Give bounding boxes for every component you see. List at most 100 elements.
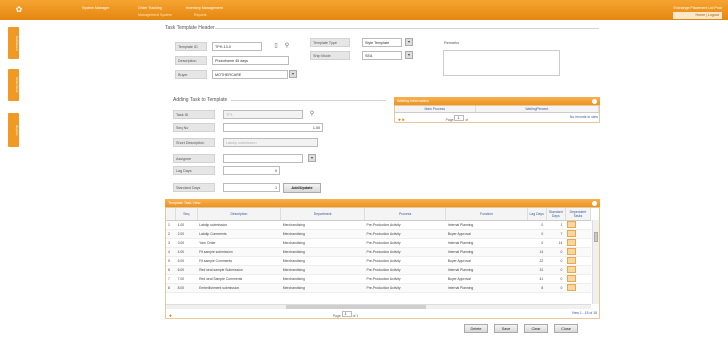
scrollbar-thumb[interactable] xyxy=(286,305,426,309)
column-header-dependent-tasks[interactable]: Dependent Tasks xyxy=(565,208,592,221)
lag-days-input[interactable]: 0 xyxy=(223,166,280,175)
table-row[interactable]: 5 5.00 Fit sample Comments Merchandising Pre… xyxy=(166,256,591,266)
chevron-down-icon[interactable]: ▾ xyxy=(308,154,316,162)
user-line: Exchange Placement Ltd Prod xyxy=(673,6,722,10)
sidebar-tab-dashboard[interactable]: Dashboard xyxy=(8,27,19,59)
column-header-process[interactable]: Process xyxy=(364,208,447,221)
cell-dependent-tasks[interactable] xyxy=(565,256,591,266)
search-icon[interactable]: ⚲ xyxy=(283,42,291,50)
table-row[interactable]: 2 2.00 Labdip Comments Merchandising Pre-Pro… xyxy=(166,229,591,239)
nav-system-manager[interactable]: System Manager xyxy=(82,6,109,10)
chevron-down-icon[interactable]: ▾ xyxy=(405,38,413,46)
dependent-tasks-button[interactable] xyxy=(567,221,577,228)
divider xyxy=(215,28,599,29)
seq-no-input[interactable]: 1.00 xyxy=(223,123,323,132)
cell-rownum: 2 xyxy=(166,229,176,239)
table-row[interactable]: 4 4.00 Fit sample submission Merchandising P… xyxy=(166,247,591,257)
dependent-tasks-button[interactable] xyxy=(567,284,577,291)
waiting-info-body: Main Process WaitingPercent ✚ ✖ Page 1 o… xyxy=(394,105,600,123)
cell-process: Pre-Production Activity xyxy=(364,265,446,275)
adding-section-title: Adding Task to Template xyxy=(173,97,228,103)
remarks-textarea[interactable] xyxy=(443,50,560,76)
cell-department: Merchandising xyxy=(280,256,365,266)
cell-dependent-tasks[interactable] xyxy=(565,238,591,248)
nav-reports[interactable]: Reports xyxy=(194,13,207,17)
cell-description: Red seal sample Submission xyxy=(197,265,281,275)
ship-mode-select[interactable]: SEA xyxy=(362,51,402,60)
nav-order-tracking[interactable]: Order Tracking xyxy=(138,6,162,10)
chevron-down-icon[interactable]: ▾ xyxy=(405,51,413,59)
page-number-input[interactable]: 1 xyxy=(454,115,465,121)
add-update-button[interactable]: Add/Update xyxy=(283,183,321,193)
cell-rownum: 7 xyxy=(166,274,176,284)
add-icon[interactable]: ✚ xyxy=(169,314,172,318)
ship-mode-label: Ship Mode xyxy=(310,51,350,60)
dependent-tasks-button[interactable] xyxy=(567,257,577,264)
collapse-icon[interactable] xyxy=(592,200,597,206)
cell-lag-days: 0 xyxy=(527,238,547,248)
dependent-tasks-button[interactable] xyxy=(567,248,577,255)
document-icon[interactable]: ▯ xyxy=(272,42,280,50)
cell-dependent-tasks[interactable] xyxy=(565,247,591,257)
task-id-input[interactable]: TP1 xyxy=(223,110,303,119)
pager-page-label: Page xyxy=(445,118,454,122)
table-row[interactable]: 7 7.00 Red seal Sample Comments Merchandisi… xyxy=(166,274,591,284)
column-header-waiting-percent[interactable]: WaitingPercent xyxy=(475,106,599,113)
save-button[interactable]: Save xyxy=(494,324,518,333)
sidebar-tab-order-book[interactable]: Order Book xyxy=(8,69,19,101)
clear-button[interactable]: Clear xyxy=(524,324,548,333)
cell-process: Pre-Production Activity xyxy=(364,229,446,239)
cell-department: Merchandising xyxy=(280,274,365,284)
short-description-input[interactable]: Labdip submission xyxy=(223,138,318,147)
cell-function: Internal Planning xyxy=(445,238,528,248)
cell-dependent-tasks[interactable] xyxy=(565,220,591,230)
cell-function: Internal Planning xyxy=(445,283,528,293)
cell-description: Embellishment submission xyxy=(197,283,281,293)
search-icon[interactable]: ⚲ xyxy=(308,110,316,118)
collapse-icon[interactable] xyxy=(592,98,597,104)
dependent-tasks-button[interactable] xyxy=(567,275,577,282)
description-label: Description xyxy=(175,56,207,65)
column-header-description[interactable]: Description xyxy=(197,208,282,221)
buyer-select[interactable]: MOTHERCARE xyxy=(212,70,288,79)
assignee-select[interactable] xyxy=(223,154,303,163)
cell-rownum: 5 xyxy=(166,256,176,266)
dependent-tasks-button[interactable] xyxy=(567,230,577,237)
template-id-input[interactable]: TPH-13-0 xyxy=(212,42,262,51)
sidebar-tab-reports[interactable]: Reports xyxy=(8,113,19,147)
home-logout-links[interactable]: Home | Logout xyxy=(673,12,722,19)
column-header-department[interactable]: Department xyxy=(280,208,365,221)
close-button[interactable]: Close xyxy=(554,324,578,333)
delete-button[interactable]: Delete xyxy=(464,324,488,333)
column-header-standard-days[interactable]: Standard Days xyxy=(546,208,566,221)
dependent-tasks-button[interactable] xyxy=(567,239,577,246)
nav-management-system[interactable]: Management System xyxy=(138,13,172,17)
page-number-input[interactable]: 1 xyxy=(341,311,352,317)
column-header-main-process[interactable]: Main Process xyxy=(395,106,476,113)
company-logo-icon: ✿ xyxy=(15,5,23,14)
table-row[interactable]: 8 8.00 Embellishment submission Merchandisi… xyxy=(166,283,591,293)
dependent-tasks-button[interactable] xyxy=(567,266,577,273)
nav-inventory-management[interactable]: Inventory Management xyxy=(186,6,223,10)
template-type-select[interactable]: Style Template xyxy=(362,38,402,47)
cell-process: Pre-Production Activity xyxy=(364,283,446,293)
column-header-function[interactable]: Function xyxy=(445,208,528,221)
cell-seq: 8.00 xyxy=(175,283,198,293)
column-header-lag-days[interactable]: Lag Days xyxy=(527,208,547,221)
column-header-seq[interactable]: Seq xyxy=(175,208,198,221)
cell-standard-days: 7 xyxy=(546,229,566,239)
standard-days-input[interactable]: 1 xyxy=(223,183,280,192)
cell-dependent-tasks[interactable] xyxy=(565,283,591,293)
cell-dependent-tasks[interactable] xyxy=(565,274,591,284)
table-row[interactable]: 6 6.00 Red seal sample Submission Merchandi… xyxy=(166,265,591,275)
cell-dependent-tasks[interactable] xyxy=(565,229,591,239)
table-row[interactable]: 1 1.00 Labdip submission Merchandising Pre-P… xyxy=(166,220,591,230)
description-input[interactable]: Photoframe 45 days xyxy=(212,56,289,65)
chevron-down-icon[interactable]: ▾ xyxy=(289,70,297,78)
cell-dependent-tasks[interactable] xyxy=(565,265,591,275)
vertical-scrollbar[interactable] xyxy=(592,220,599,304)
scrollbar-thumb[interactable] xyxy=(594,232,598,242)
refresh-icon[interactable]: ✚ ✖ xyxy=(398,118,405,122)
table-row[interactable]: 3 3.00 Yarn Order Merchandising Pre-Producti… xyxy=(166,238,591,248)
horizontal-scrollbar[interactable] xyxy=(166,304,591,309)
